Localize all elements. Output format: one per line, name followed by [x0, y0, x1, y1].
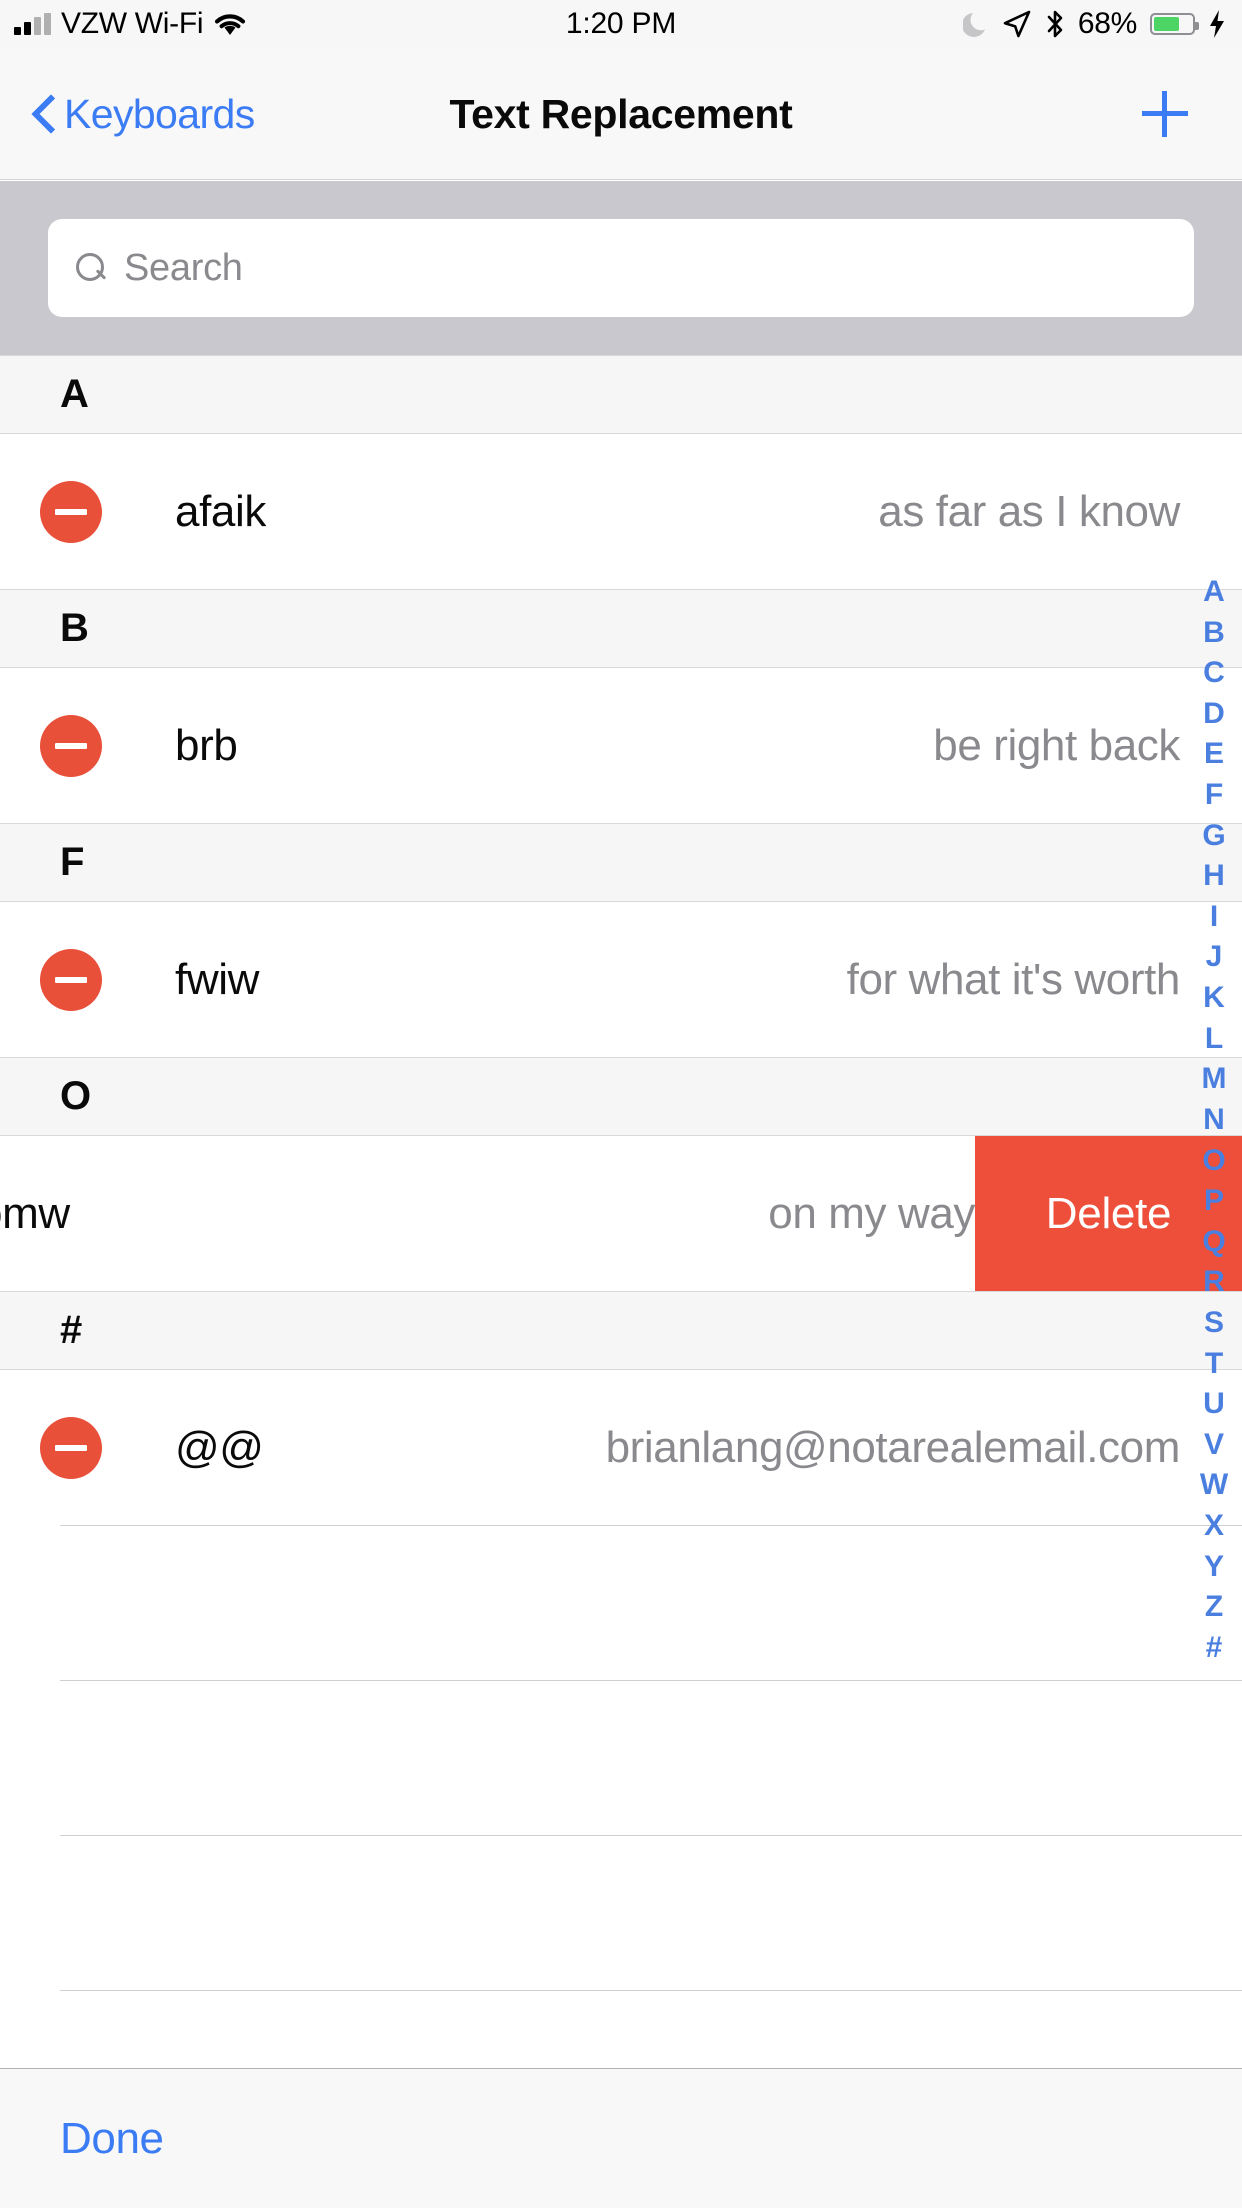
battery-icon	[1150, 13, 1199, 35]
navigation-bar: Keyboards Text Replacement	[0, 48, 1242, 180]
empty-row	[0, 1680, 1242, 1835]
search-input[interactable]: Search	[48, 219, 1194, 317]
index-letter[interactable]: S	[1204, 1307, 1224, 1338]
index-letter[interactable]: N	[1203, 1104, 1225, 1135]
done-button[interactable]: Done	[60, 2114, 164, 2164]
empty-row	[0, 1990, 1242, 2068]
index-letter[interactable]: L	[1205, 1023, 1223, 1054]
row-phrase: brianlang@notarealemail.com	[605, 1422, 1181, 1472]
table-row[interactable]: fwiw for what it's worth	[0, 902, 1242, 1057]
status-bar-clock: 1:20 PM	[565, 7, 677, 40]
search-bar-container: Search	[0, 181, 1242, 355]
alphabet-index-bar[interactable]: A B C D E F G H I J K L M N O P Q R S T U V W X Y Z #	[1186, 575, 1242, 1665]
search-magnifier-icon	[76, 253, 106, 283]
table-row[interactable]: @@ brianlang@notarealemail.com	[0, 1370, 1242, 1525]
search-placeholder: Search	[124, 246, 243, 289]
minus-circle-icon[interactable]	[40, 480, 102, 543]
table-row[interactable]: afaik as far as I know	[0, 434, 1242, 589]
index-letter[interactable]: Q	[1202, 1226, 1225, 1257]
row-phrase: on my way	[768, 1188, 975, 1238]
index-letter[interactable]: M	[1202, 1064, 1227, 1094]
index-letter[interactable]: X	[1204, 1511, 1224, 1541]
status-bar-right: 68%	[961, 0, 1226, 48]
index-letter[interactable]: D	[1203, 698, 1225, 729]
index-letter[interactable]: J	[1206, 942, 1223, 972]
battery-percent-label: 68%	[1077, 7, 1137, 40]
row-shortcut: omw	[0, 1188, 70, 1238]
index-letter[interactable]: G	[1202, 820, 1225, 851]
index-letter[interactable]: K	[1203, 983, 1225, 1013]
index-letter[interactable]: R	[1203, 1267, 1225, 1297]
empty-row	[0, 1525, 1242, 1680]
index-letter[interactable]: H	[1203, 861, 1225, 891]
index-letter[interactable]: P	[1204, 1186, 1224, 1216]
index-letter[interactable]: #	[1206, 1632, 1223, 1663]
section-header: O	[0, 1057, 1242, 1136]
plus-icon	[1142, 91, 1188, 137]
table-row[interactable]: brb be right back	[0, 668, 1242, 823]
index-letter[interactable]: E	[1204, 739, 1224, 769]
index-letter[interactable]: F	[1205, 780, 1223, 810]
index-letter[interactable]: I	[1210, 901, 1218, 932]
index-letter[interactable]: C	[1203, 658, 1225, 688]
index-letter[interactable]: W	[1200, 1470, 1228, 1500]
index-letter[interactable]: Z	[1205, 1592, 1223, 1622]
row-shortcut: @@	[175, 1422, 264, 1472]
page-title: Text Replacement	[449, 90, 793, 137]
bottom-toolbar: Done	[0, 2068, 1242, 2208]
row-shortcut: afaik	[175, 486, 266, 536]
index-letter[interactable]: T	[1205, 1348, 1223, 1379]
table-row[interactable]: omwon my wayDelete	[0, 1136, 1242, 1291]
index-letter[interactable]: O	[1202, 1145, 1225, 1176]
index-letter[interactable]: B	[1203, 617, 1225, 648]
add-shortcut-button[interactable]	[1142, 48, 1188, 180]
section-header: F	[0, 823, 1242, 902]
battery-fill	[1154, 17, 1180, 31]
lightning-bolt-charging-icon	[1208, 9, 1226, 39]
row-phrase: be right back	[933, 720, 1180, 770]
text-replacement-list[interactable]: Aafaik as far as I know Bbrb be right back F…	[0, 355, 1242, 2068]
row-phrase: as far as I know	[878, 486, 1180, 536]
section-header: B	[0, 589, 1242, 668]
moon-do-not-disturb-icon	[961, 10, 989, 38]
minus-circle-icon[interactable]	[40, 1416, 102, 1479]
bluetooth-icon	[1045, 9, 1065, 39]
section-header: #	[0, 1291, 1242, 1370]
status-bar: VZW Wi-Fi 1:20 PM 68%	[0, 0, 1242, 48]
row-phrase: for what it's worth	[846, 954, 1181, 1004]
index-letter[interactable]: A	[1203, 577, 1225, 607]
minus-circle-icon[interactable]	[40, 714, 102, 777]
section-header: A	[0, 355, 1242, 434]
row-shortcut: fwiw	[175, 954, 259, 1004]
row-shortcut: brb	[175, 720, 238, 770]
index-letter[interactable]: V	[1204, 1429, 1224, 1460]
location-arrow-icon	[1002, 9, 1032, 39]
empty-row	[0, 1835, 1242, 1990]
index-letter[interactable]: U	[1203, 1389, 1225, 1419]
index-letter[interactable]: Y	[1204, 1551, 1224, 1582]
minus-circle-icon[interactable]	[40, 948, 102, 1011]
